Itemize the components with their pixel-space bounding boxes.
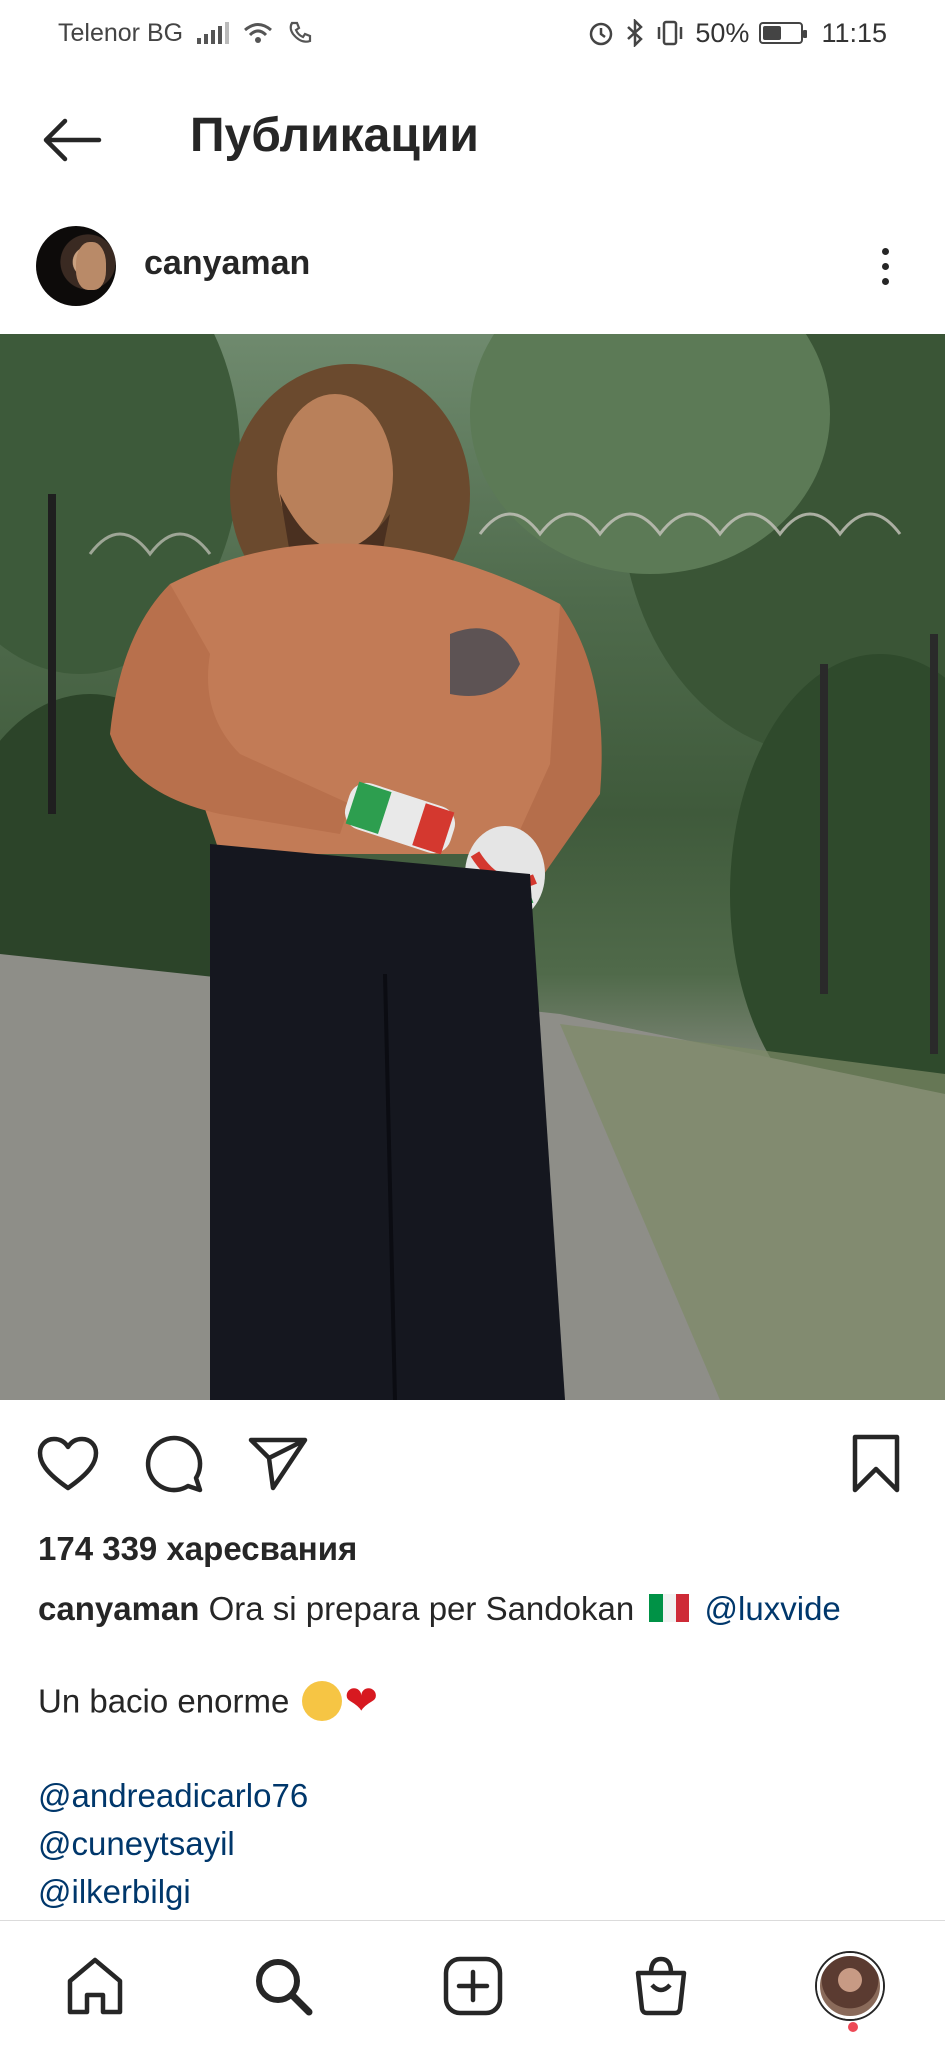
caption-text: Ora si prepara per Sandokan bbox=[208, 1590, 635, 1627]
nav-create[interactable] bbox=[438, 1951, 508, 2021]
wifi-calling-icon bbox=[289, 21, 312, 43]
shopping-bag-icon bbox=[635, 1956, 687, 2016]
mention-link[interactable]: @luxvide bbox=[705, 1590, 841, 1627]
save-button[interactable] bbox=[844, 1432, 908, 1496]
likes-count[interactable]: 174 339 харесвания bbox=[38, 1530, 357, 1568]
mention-link[interactable]: @cuneytsayil bbox=[38, 1820, 308, 1868]
post-username[interactable]: canyaman bbox=[144, 244, 310, 283]
bookmark-icon bbox=[852, 1434, 900, 1493]
profile-avatar bbox=[817, 1953, 883, 2019]
heart-emoji: ❤ bbox=[344, 1679, 378, 1723]
send-icon bbox=[248, 1437, 308, 1491]
search-icon bbox=[256, 1959, 313, 2016]
status-bar: Telenor BG 50% 11:15 bbox=[0, 0, 945, 66]
page-title: Публикации bbox=[190, 109, 479, 162]
post-caption: canyaman Ora si prepara per Sandokan @lu… bbox=[38, 1585, 918, 1633]
add-square-icon bbox=[443, 1956, 503, 2016]
italy-flag-emoji bbox=[649, 1594, 690, 1623]
signal-icon bbox=[197, 22, 230, 44]
post-actions bbox=[0, 1420, 945, 1510]
more-options-button[interactable] bbox=[865, 238, 905, 294]
arrow-left-icon bbox=[43, 118, 102, 162]
alarm-icon bbox=[590, 22, 613, 46]
top-header: Публикации bbox=[0, 86, 945, 194]
caption-line-2: Un bacio enorme ❤ bbox=[38, 1678, 378, 1730]
back-button[interactable] bbox=[40, 112, 104, 168]
battery-icon bbox=[759, 22, 808, 44]
kiss-emoji bbox=[302, 1681, 343, 1721]
vibrate-icon bbox=[658, 20, 683, 46]
heart-icon bbox=[37, 1436, 99, 1491]
mention-link[interactable]: @andreadicarlo76 bbox=[38, 1772, 308, 1820]
user-avatar[interactable] bbox=[36, 226, 116, 306]
clock: 11:15 bbox=[821, 17, 887, 48]
like-button[interactable] bbox=[36, 1432, 100, 1496]
nav-profile[interactable] bbox=[815, 1951, 885, 2021]
home-icon bbox=[67, 1957, 123, 2015]
caption-username[interactable]: canyaman bbox=[38, 1590, 199, 1627]
battery-percent: 50% bbox=[695, 17, 750, 48]
nav-shop[interactable] bbox=[626, 1951, 696, 2021]
post-header: canyaman bbox=[0, 218, 945, 314]
carrier-label: Telenor BG bbox=[58, 18, 184, 47]
more-vertical-icon bbox=[881, 247, 889, 255]
mention-link[interactable]: @ilkerbilgi bbox=[38, 1868, 308, 1916]
mention-list: @andreadicarlo76 @cuneytsayil @ilkerbilg… bbox=[38, 1772, 308, 1916]
wifi-icon bbox=[244, 23, 273, 43]
post-image[interactable] bbox=[0, 334, 945, 1400]
comment-icon bbox=[145, 1435, 203, 1493]
bottom-nav bbox=[0, 1920, 945, 2048]
share-button[interactable] bbox=[246, 1432, 310, 1496]
comment-button[interactable] bbox=[142, 1432, 206, 1496]
nav-home[interactable] bbox=[60, 1951, 130, 2021]
notification-dot bbox=[848, 2022, 858, 2032]
caption-line-2-text: Un bacio enorme bbox=[38, 1682, 290, 1720]
bluetooth-icon bbox=[627, 19, 644, 47]
nav-search[interactable] bbox=[248, 1951, 318, 2021]
